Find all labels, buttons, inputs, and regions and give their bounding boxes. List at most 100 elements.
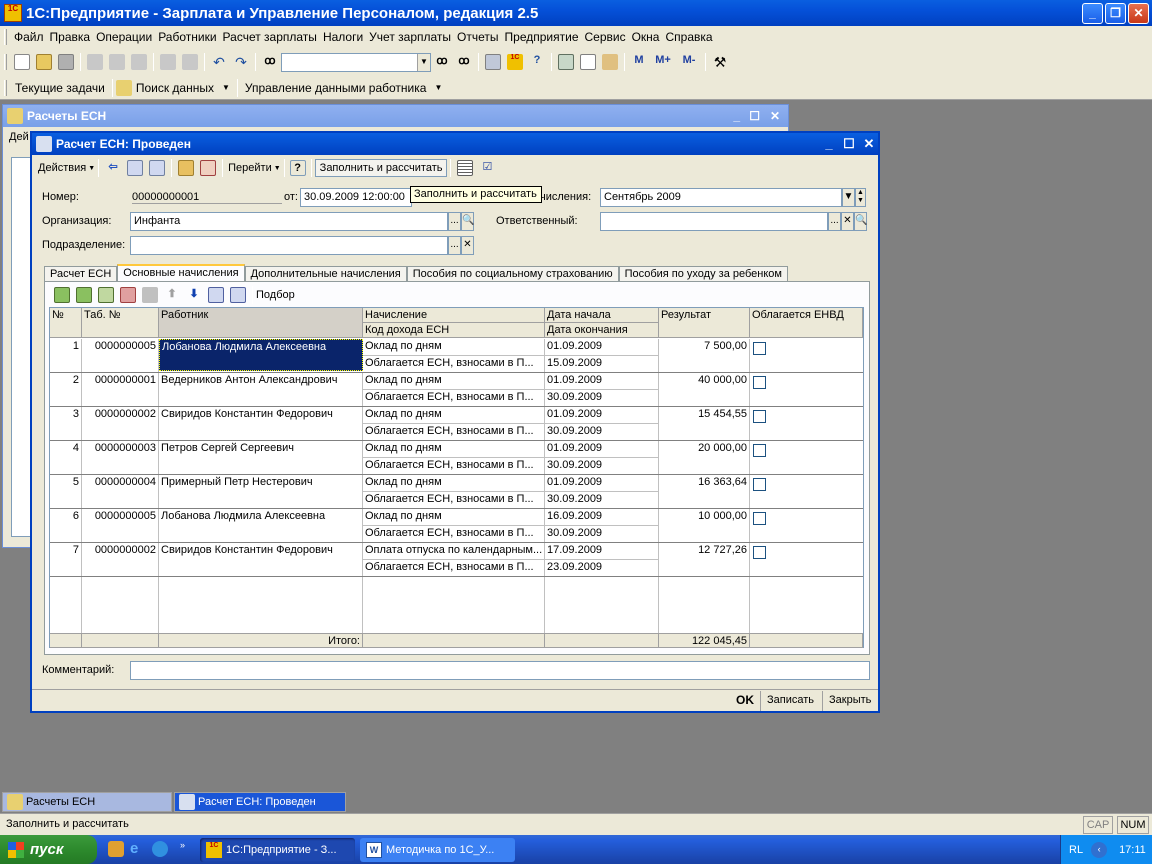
cell-code[interactable]: Облагается ЕСН, взносами в П... (363, 424, 545, 440)
responsible-field[interactable] (600, 212, 828, 231)
move-down-icon[interactable]: ⬇ (186, 287, 202, 303)
fill-calculate-button[interactable]: Заполнить и рассчитать (314, 159, 448, 177)
col-header-envd[interactable]: Облагается ЕНВД (750, 308, 863, 338)
cell-end[interactable]: 30.09.2009 (545, 492, 659, 508)
start-button[interactable]: пуск (0, 835, 97, 864)
menu-item[interactable]: Расчет зарплаты (220, 30, 320, 44)
actions-menu[interactable]: Действия (36, 162, 88, 174)
cell-code[interactable]: Облагается ЕСН, взносами в П... (363, 492, 545, 508)
close-button[interactable]: ✕ (860, 135, 878, 153)
comment-field[interactable] (130, 661, 870, 680)
goto-menu[interactable]: Перейти (226, 162, 274, 174)
unpost-icon[interactable] (200, 160, 217, 176)
cell-n[interactable]: 7 (50, 543, 82, 577)
envd-checkbox[interactable] (753, 410, 766, 423)
cell-code[interactable]: Облагается ЕСН, взносами в П... (363, 526, 545, 542)
post-icon[interactable] (178, 160, 195, 176)
tray-expand-icon[interactable]: ‹ (1091, 841, 1108, 858)
quicklaunch-icon[interactable] (108, 841, 124, 857)
chevron-icon[interactable]: » (180, 840, 185, 850)
add-row-icon[interactable] (54, 287, 70, 303)
current-tasks-button[interactable]: Текущие задачи (11, 81, 109, 95)
minimize-button[interactable]: _ (820, 135, 838, 153)
cell-accrual[interactable]: Оклад по дням (363, 339, 545, 355)
menu-item[interactable]: Окна (629, 30, 663, 44)
memory-icon[interactable]: M (631, 54, 647, 70)
close-button[interactable]: ✕ (770, 109, 780, 123)
paste-icon[interactable] (131, 54, 147, 70)
department-field[interactable] (130, 236, 448, 255)
tab-3[interactable]: Пособия по социальному страхованию (406, 266, 619, 282)
cell-start[interactable]: 01.09.2009 (545, 441, 659, 457)
actions-menu[interactable]: Дей (9, 131, 29, 143)
cell-n[interactable]: 3 (50, 407, 82, 441)
cell-end[interactable]: 30.09.2009 (545, 390, 659, 406)
find-next-icon[interactable]: ꝏ (434, 54, 450, 70)
cell-tab[interactable]: 0000000004 (82, 475, 159, 509)
delete-row-icon[interactable] (120, 287, 136, 303)
cell-n[interactable]: 4 (50, 441, 82, 475)
cell-worker[interactable]: Лобанова Людмила Алексеевна (159, 509, 363, 543)
help-icon[interactable]: ? (529, 54, 545, 70)
taskbar-task-1c[interactable]: 1C 1С:Предприятие - З... (200, 838, 355, 862)
restore-button[interactable]: ❐ (1105, 3, 1126, 24)
chevron-down-icon[interactable]: ▼ (842, 188, 855, 207)
search-icon[interactable]: 🔍 (854, 212, 867, 231)
1c-help-icon[interactable]: 1С (507, 54, 523, 70)
cell-accrual[interactable]: Оклад по дням (363, 407, 545, 423)
menu-item[interactable]: Сервис (582, 30, 629, 44)
cell-n[interactable]: 6 (50, 509, 82, 543)
cell-result[interactable]: 12 727,26 (659, 543, 750, 577)
cell-result[interactable]: 40 000,00 (659, 373, 750, 407)
new-document-icon[interactable] (14, 54, 30, 70)
calculator-icon[interactable] (558, 54, 574, 70)
find-icon[interactable]: ꝏ (262, 54, 278, 70)
media-icon[interactable] (152, 841, 168, 857)
sort-asc-icon[interactable] (208, 287, 224, 303)
open-folder-icon[interactable] (36, 54, 52, 70)
cell-start[interactable]: 01.09.2009 (545, 407, 659, 423)
menu-item[interactable]: Работники (155, 30, 219, 44)
envd-checkbox[interactable] (753, 512, 766, 525)
menu-item[interactable]: Отчеты (454, 30, 501, 44)
undo-icon[interactable]: ↶ (211, 54, 227, 70)
col-header-date-end[interactable]: Дата окончания (545, 323, 659, 338)
cell-accrual[interactable]: Оклад по дням (363, 475, 545, 491)
cell-start[interactable]: 16.09.2009 (545, 509, 659, 525)
cell-start[interactable]: 01.09.2009 (545, 339, 659, 355)
cell-tab[interactable]: 0000000002 (82, 407, 159, 441)
cell-accrual[interactable]: Оплата отпуска по календарным... (363, 543, 545, 559)
calendar-icon[interactable] (580, 54, 596, 70)
copy-icon[interactable] (109, 54, 125, 70)
cell-worker[interactable]: Петров Сергей Сергеевич (159, 441, 363, 475)
pick-button[interactable]: Подбор (256, 289, 295, 301)
mdi-task-list[interactable]: Расчеты ЕСН (2, 792, 172, 812)
maximize-button[interactable]: ☐ (840, 135, 858, 153)
cell-n[interactable]: 5 (50, 475, 82, 509)
envd-checkbox[interactable] (753, 546, 766, 559)
accrual-month-field[interactable]: Сентябрь 2009 (600, 188, 842, 207)
search-data-button[interactable]: Поиск данных (132, 81, 218, 95)
stepper-icon[interactable]: ▲ ▼ (855, 188, 866, 207)
col-header-worker[interactable]: Работник (159, 308, 363, 338)
search-combo[interactable]: ▼ (281, 52, 431, 72)
cell-start[interactable]: 17.09.2009 (545, 543, 659, 559)
chevron-down-icon[interactable]: ▼ (274, 165, 281, 172)
cell-end[interactable]: 23.09.2009 (545, 560, 659, 576)
maximize-button[interactable]: ☐ (749, 109, 760, 123)
memory-plus-icon[interactable]: M+ (653, 54, 673, 70)
ie-icon[interactable]: e (130, 841, 146, 857)
envd-checkbox[interactable] (753, 342, 766, 355)
cut-icon[interactable] (87, 54, 103, 70)
col-header-income-code[interactable]: Код дохода ЕСН (363, 323, 545, 338)
cell-n[interactable]: 2 (50, 373, 82, 407)
cell-accrual[interactable]: Оклад по дням (363, 441, 545, 457)
cell-start[interactable]: 01.09.2009 (545, 475, 659, 491)
cell-worker[interactable]: Лобанова Людмила Алексеевна (159, 339, 363, 371)
cell-worker[interactable]: Ведерников Антон Александрович (159, 373, 363, 407)
menu-item[interactable]: Файл (11, 30, 47, 44)
chevron-down-icon[interactable]: ▼ (430, 83, 446, 92)
close-document-button[interactable]: Закрыть (829, 694, 871, 706)
preview-icon[interactable] (182, 54, 198, 70)
tab-0[interactable]: Расчет ЕСН (44, 266, 118, 282)
